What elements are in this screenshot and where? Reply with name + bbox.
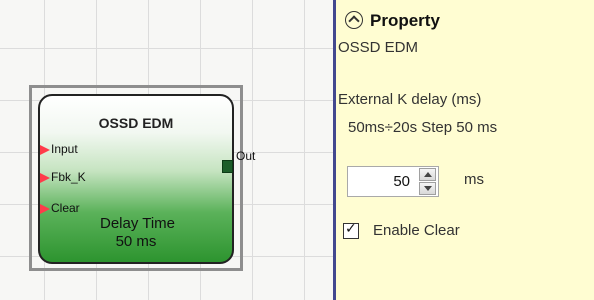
panel-title: Property [370, 11, 440, 30]
fbk-k-pin-label: Fbk_K [51, 170, 86, 184]
output-pin-icon[interactable] [222, 160, 233, 173]
delay-range-text: 50ms÷20s Step 50 ms [348, 119, 498, 136]
delay-time-value: 50 ms [115, 233, 157, 250]
delay-time-title: Delay Time [100, 215, 176, 232]
input-pin-label: Input [51, 142, 78, 156]
delay-input[interactable] [348, 167, 414, 196]
delay-spinbox[interactable] [347, 166, 439, 197]
spin-down-button[interactable] [419, 182, 436, 195]
block-title: OSSD EDM [98, 115, 174, 131]
output-pin-label: Out [236, 149, 256, 163]
spin-up-button[interactable] [419, 168, 436, 181]
delay-unit-label: ms [464, 171, 484, 188]
checkmark-icon: ✓ [345, 221, 357, 237]
diagram-canvas[interactable]: OSSD EDM Input Fbk_K Clear Delay Time 50… [0, 0, 333, 300]
external-k-delay-label: External K delay (ms) [338, 91, 482, 108]
clear-pin-label: Clear [51, 201, 80, 215]
enable-clear-checkbox[interactable]: ✓ [343, 221, 359, 239]
arrow-down-icon [424, 186, 432, 191]
chevron-up-circle-icon[interactable] [345, 11, 363, 29]
arrow-up-icon [424, 172, 432, 177]
enable-clear-label[interactable]: Enable Clear [373, 222, 460, 239]
panel-subtitle: OSSD EDM [338, 39, 419, 56]
property-panel: Property OSSD EDM External K delay (ms) … [336, 0, 594, 300]
fbk-k-pin-icon[interactable] [40, 173, 50, 183]
clear-pin-icon[interactable] [40, 204, 50, 214]
input-pin-icon[interactable] [40, 145, 50, 155]
ossd-edm-block[interactable]: OSSD EDM Input Fbk_K Clear Delay Time 50… [38, 94, 234, 264]
